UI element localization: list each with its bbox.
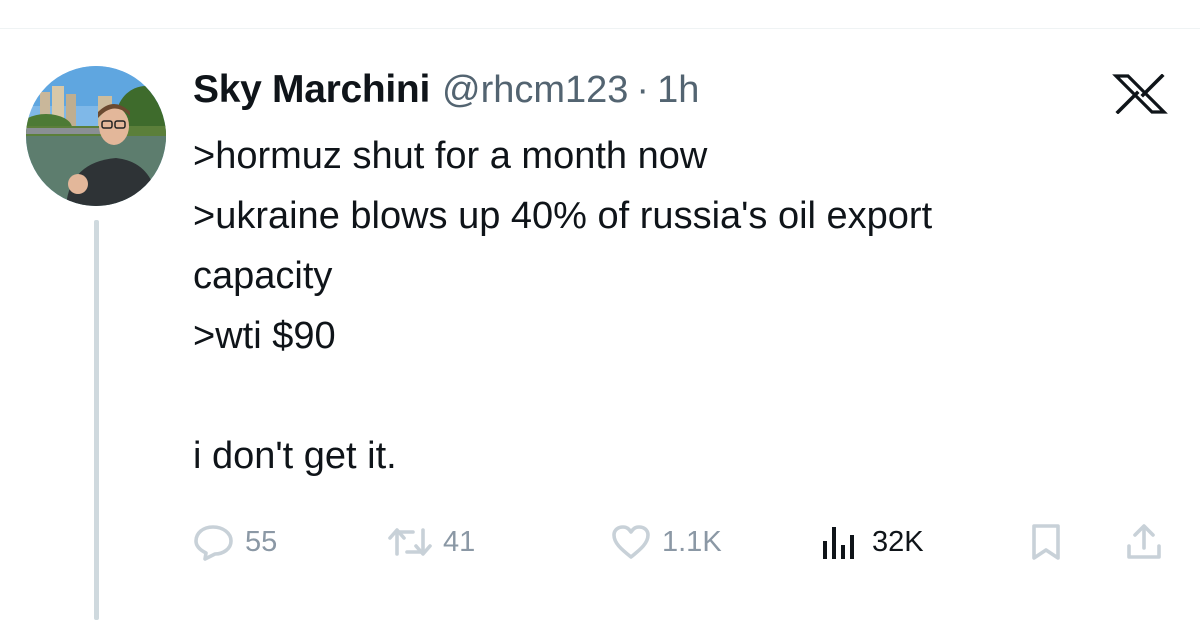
- tweet-text: >hormuz shut for a month now >ukraine bl…: [193, 126, 1173, 486]
- timestamp[interactable]: 1h: [657, 69, 699, 112]
- bookmark-icon: [1029, 522, 1063, 562]
- action-bar: 55 41 1.1K 32K: [193, 512, 1183, 572]
- tweet-line: i don't get it.: [193, 435, 397, 477]
- top-divider: [0, 28, 1200, 29]
- share-button[interactable]: [1125, 512, 1163, 572]
- user-handle[interactable]: @rhcm123: [442, 69, 628, 112]
- tweet-header: Sky Marchini @rhcm123 · 1h: [193, 60, 699, 120]
- tweet-line: >wti $90: [193, 315, 336, 357]
- share-icon: [1125, 522, 1163, 562]
- bookmark-button[interactable]: [1029, 512, 1063, 572]
- display-name[interactable]: Sky Marchini: [193, 68, 430, 112]
- tweet-line: >hormuz shut for a month now: [193, 135, 708, 177]
- reply-button[interactable]: 55: [193, 512, 277, 572]
- views-button[interactable]: 32K: [820, 512, 924, 572]
- repost-icon: [387, 524, 433, 560]
- tweet-line: capacity: [193, 255, 333, 297]
- separator-dot: ·: [636, 68, 650, 111]
- views-count: 32K: [872, 525, 924, 558]
- heart-icon: [610, 523, 652, 561]
- views-chart-icon: [820, 523, 858, 561]
- like-count: 1.1K: [662, 525, 722, 558]
- repost-count: 41: [443, 525, 476, 558]
- reply-count: 55: [245, 525, 278, 558]
- avatar[interactable]: [26, 66, 166, 206]
- comment-icon: [193, 523, 235, 561]
- avatar-photo: [26, 66, 166, 206]
- repost-button[interactable]: 41: [387, 512, 475, 572]
- thread-line: [94, 220, 99, 620]
- tweet-line: >ukraine blows up 40% of russia's oil ex…: [193, 195, 933, 237]
- like-button[interactable]: 1.1K: [610, 512, 722, 572]
- x-logo-icon: [1112, 73, 1168, 115]
